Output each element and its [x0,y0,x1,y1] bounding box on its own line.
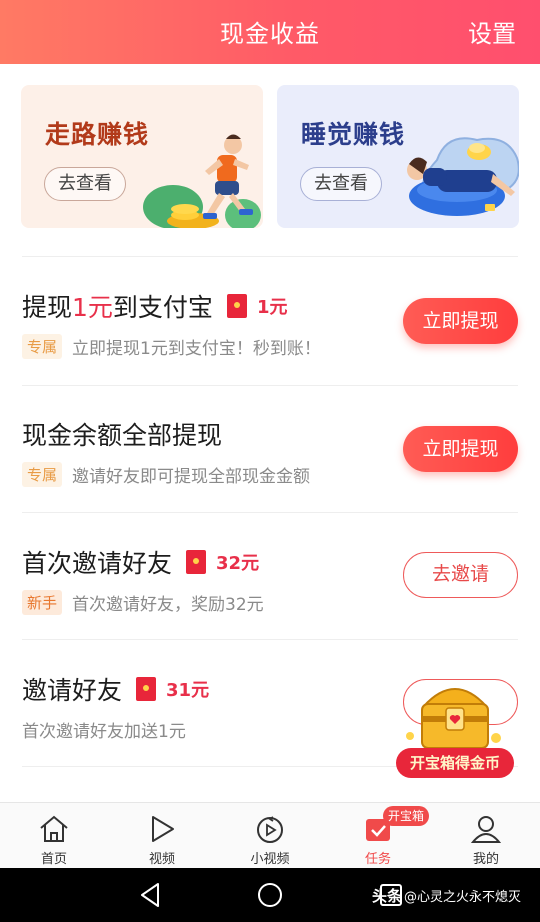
task-title-text: 邀请好友 [22,676,123,705]
divider [22,512,518,513]
divider [22,256,518,257]
task-desc-text: 立即提现1元到支付宝！秒到账！ [72,339,321,359]
sleep-earn-card[interactable]: 睡觉赚钱 去查看 [277,85,519,228]
task-title-text: 首次邀请好友 [22,549,173,578]
home-button-icon[interactable] [256,881,284,909]
task-withdraw-all: 现金余额全部提现 专属 邀请好友即可提现全部现金金额 立即提现 [0,386,540,512]
play-icon [152,816,174,842]
reward: 32元 [186,549,259,575]
nav-profile[interactable]: 我的 [432,803,540,869]
treasure-chest-icon [406,688,501,749]
watermark-handle: @心灵之火永不熄灭 [404,890,522,905]
sleeper-illustration-icon [407,137,519,216]
nav-short-video[interactable]: 小视频 [216,803,324,869]
open-chest-badge: 开宝箱 [383,806,430,826]
task-withdraw-1yuan: 提现 1元 到支付宝 1元 专属 立即提现1元到支付宝！秒到账！ 立即提现 [0,258,540,384]
back-icon[interactable] [138,882,162,908]
reward-amount: 31元 [166,680,210,701]
task-first-invite: 首次邀请好友 32元 新手 首次邀请好友，奖励32元 去邀请 [0,514,540,640]
task-tag: 专属 [22,462,63,487]
nav-video[interactable]: 视频 [108,803,216,869]
page-title: 现金收益 [220,20,320,48]
task-title: 现金余额全部提现 [22,421,223,450]
nav-label: 首页 [40,852,67,867]
walk-view-button[interactable]: 去查看 [44,167,126,201]
settings-button[interactable]: 设置 [468,14,516,49]
reward: 31元 [136,676,209,702]
task-title: 首次邀请好友 32元 [22,544,259,580]
task-title: 提现 1元 到支付宝 1元 [22,288,287,324]
reward-amount: 32元 [216,553,260,574]
task-title-highlight: 1元 [72,293,113,322]
task-title-post: 到支付宝 [112,293,213,322]
bottom-nav: 首页 视频 小视频 任务 我的 [0,802,540,868]
watermark-brand: 头条 [372,887,403,905]
task-description: 专属 立即提现1元到支付宝！秒到账！ [22,334,321,359]
task-title-pre: 提现 [22,293,73,322]
short-video-icon [257,816,283,843]
withdraw-all-button[interactable]: 立即提现 [403,426,518,472]
sleep-earn-title: 睡觉赚钱 [301,120,406,149]
open-chest-label: 开宝箱得金币 [396,748,514,778]
task-description: 新手 首次邀请好友，奖励32元 [22,590,264,615]
treasure-chest[interactable]: 开宝箱得金币 [396,676,516,786]
nav-label: 视频 [148,852,175,867]
task-tag: 新手 [22,590,63,615]
sleep-view-button[interactable]: 去查看 [300,167,382,201]
nav-label: 任务 [364,852,391,867]
task-desc-text: 首次邀请好友加送1元 [22,722,186,742]
reward-amount: 1元 [256,297,288,318]
task-description: 首次邀请好友加送1元 [22,717,186,742]
task-description: 专属 邀请好友即可提现全部现金金额 [22,462,310,487]
walk-earn-card[interactable]: 走路赚钱 去查看 [21,85,263,228]
home-icon [40,815,68,842]
runner-illustration-icon [143,134,261,228]
red-envelope-icon [136,677,157,701]
profile-icon [470,816,502,843]
invite-button[interactable]: 去邀请 [403,552,518,598]
nav-home[interactable]: 首页 [0,803,108,869]
withdraw-now-button[interactable]: 立即提现 [403,298,518,344]
nav-label: 我的 [472,852,499,867]
red-envelope-icon [226,294,247,318]
task-title: 邀请好友 31元 [22,671,209,707]
task-tag: 专属 [22,334,63,359]
watermark: 头条 @心灵之火永不熄灭 [372,885,521,906]
red-envelope-icon [186,550,207,574]
task-desc-text: 邀请好友即可提现全部现金金额 [72,467,311,487]
nav-label: 小视频 [250,852,290,867]
top-bar: 现金收益 设置 [0,0,540,64]
divider [22,639,518,640]
task-desc-text: 首次邀请好友，奖励32元 [72,595,264,615]
reward: 1元 [226,293,288,319]
